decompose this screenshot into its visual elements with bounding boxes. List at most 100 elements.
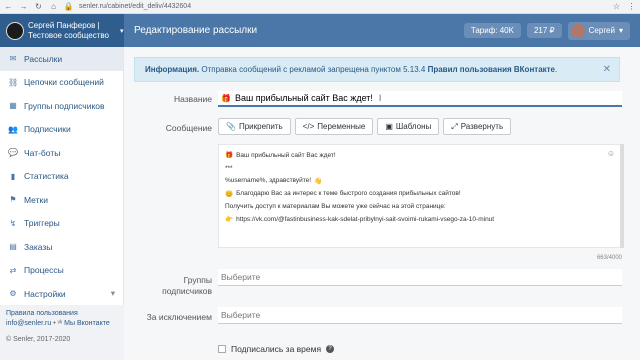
message-line: 😊 Благодарю Вас за интерес к теме быстро…: [225, 187, 615, 200]
rules-link[interactable]: Правила пользования: [6, 309, 118, 319]
reload-icon[interactable]: ↻: [34, 2, 43, 11]
gift-emoji-icon: 🎁: [225, 152, 234, 160]
sidebar-item-subscribers[interactable]: 👥 Подписчики: [0, 118, 123, 142]
alert-rules-link[interactable]: Правил пользования ВКонтакте: [428, 65, 555, 74]
forward-icon[interactable]: →: [19, 2, 28, 11]
paperclip-icon: 📎: [226, 122, 236, 131]
subscribed-checkbox[interactable]: [218, 345, 226, 353]
emoji-icon[interactable]: ☺: [607, 149, 615, 158]
message-line-text: Ваш прибыльный сайт Вас ждет!: [236, 151, 336, 159]
sidebar-item-label: Процессы: [24, 265, 64, 276]
sidebar-item-tags[interactable]: ⚑ Метки: [0, 188, 123, 212]
message-line: ***: [225, 162, 615, 175]
sidebar-item-settings[interactable]: ⚙ Настройки ▾: [0, 282, 123, 306]
editor-scrollbar[interactable]: [620, 144, 624, 248]
vk-link[interactable]: Мы Вконтакте: [64, 320, 110, 327]
sidebar-item-groups[interactable]: ▦ Группы подписчиков: [0, 94, 123, 118]
stats-icon: ▮: [10, 171, 16, 181]
subscribed-filter: Подписались за время ?: [218, 344, 335, 354]
star-icon[interactable]: ☆: [612, 2, 621, 11]
lock-icon: 🔒: [63, 1, 74, 11]
info-alert: Информация. Отправка сообщений с рекламо…: [134, 57, 620, 82]
variables-button[interactable]: </> Переменные: [294, 118, 374, 135]
attach-label: Прикрепить: [238, 122, 283, 131]
groups-icon: ▦: [9, 101, 17, 111]
char-counter: 663/4000: [596, 255, 622, 261]
alert-prefix: Информация.: [145, 65, 200, 74]
gear-icon: ⚙: [9, 289, 17, 299]
exclude-select[interactable]: Выберите: [218, 307, 622, 324]
groups-select[interactable]: Выберите: [218, 269, 622, 286]
smile-emoji-icon: 😊: [225, 190, 234, 198]
exclude-placeholder: Выберите: [221, 310, 261, 320]
process-icon: ⇄: [9, 265, 17, 275]
attach-button[interactable]: 📎 Прикрепить: [218, 118, 291, 135]
account-name: Сергей: [588, 26, 615, 35]
message-line-text: %username%, здравствуйте!: [225, 177, 312, 185]
message-line: 🎁 Ваш прибыльный сайт Вас ждет!: [225, 149, 615, 162]
sidebar-item-label: Группы подписчиков: [24, 100, 105, 111]
message-line: 👉 https://vk.com/@fastinbusiness-kak-sde…: [225, 213, 615, 226]
sidebar-item-orders[interactable]: ▤ Заказы: [0, 235, 123, 259]
close-icon[interactable]: ✕: [603, 64, 611, 75]
message-line-text: ***: [225, 164, 233, 172]
expand-button[interactable]: ⤢ Развернуть: [443, 118, 512, 135]
alert-text: Отправка сообщений с рекламой запрещена …: [199, 65, 428, 74]
email-link[interactable]: info@senler.ru: [6, 320, 51, 327]
menu-dots-icon[interactable]: ⋮: [627, 2, 636, 11]
template-icon: ▣: [385, 122, 393, 131]
sidebar-item-chatbots[interactable]: 💬 Чат-боты: [0, 141, 123, 165]
community-switcher[interactable]: Сергей Панферов | Тестовое сообщество ▾: [0, 14, 124, 47]
point-right-emoji-icon: 👉: [225, 216, 234, 224]
home-icon[interactable]: ⌂: [49, 2, 58, 11]
templates-button[interactable]: ▣ Шаблоны: [377, 118, 440, 135]
sidebar-item-label: Заказы: [24, 241, 53, 252]
wave-emoji-icon: 👋: [314, 177, 323, 185]
page-title: Редактирование рассылки: [134, 25, 258, 36]
expand-icon: ⤢: [451, 121, 458, 131]
message-line-text: https://vk.com/@fastinbusiness-kak-sdela…: [236, 215, 495, 223]
message-label: Сообщение: [165, 123, 212, 133]
tariff-badge[interactable]: Тариф: 40K: [463, 23, 521, 38]
sidebar-item-chains[interactable]: ⛓ Цепочки сообщений: [0, 71, 123, 95]
copyright: © Senler, 2017-2020: [6, 336, 71, 343]
chat-icon: 💬: [8, 148, 18, 158]
sidebar-item-stats[interactable]: ▮ Статистика: [0, 165, 123, 189]
name-label: Название: [174, 94, 212, 104]
templates-label: Шаблоны: [395, 122, 432, 131]
sidebar-item-mailings[interactable]: ✉ Рассылки: [0, 47, 123, 71]
expand-label: Развернуть: [460, 122, 504, 131]
sidebar-item-label: Статистика: [24, 171, 69, 182]
help-icon[interactable]: ?: [326, 345, 335, 353]
tag-icon: ⚑: [9, 195, 17, 205]
account-menu[interactable]: Сергей ▾: [567, 21, 630, 40]
back-icon[interactable]: ←: [4, 2, 13, 11]
balance-badge[interactable]: 217 ₽: [526, 23, 562, 38]
message-line-text: Получить доступ к материалам Вы можете у…: [225, 203, 446, 211]
name-input[interactable]: 🎁 Ваш прибыльный сайт Вас ждет! I: [218, 91, 622, 107]
exclude-label: За исключением: [146, 312, 212, 322]
sidebar-item-processes[interactable]: ⇄ Процессы: [0, 259, 123, 283]
sidebar-item-triggers[interactable]: ↯ Триггеры: [0, 212, 123, 236]
sidebar-item-label: Рассылки: [24, 53, 63, 64]
code-icon: </>: [302, 122, 315, 131]
users-icon: 👥: [8, 124, 18, 134]
address-bar[interactable]: senler.ru/cabinet/edit_deliv/4432604: [79, 3, 191, 10]
message-line-text: Благодарю Вас за интерес к теме быстрого…: [236, 190, 461, 198]
vk-icon: • ᵛᵏ: [53, 320, 65, 327]
message-editor[interactable]: ☺ 🎁 Ваш прибыльный сайт Вас ждет! *** %u…: [218, 144, 622, 248]
main-content: Информация. Отправка сообщений с рекламо…: [124, 47, 640, 360]
message-line: Получить доступ к материалам Вы можете у…: [225, 200, 615, 213]
text-cursor-icon: I: [378, 93, 382, 103]
groups-label: Группы подписчиков: [162, 275, 212, 296]
sidebar-item-label: Подписчики: [24, 124, 71, 135]
sidebar: ✉ Рассылки ⛓ Цепочки сообщений ▦ Группы …: [0, 47, 124, 360]
groups-placeholder: Выберите: [221, 272, 261, 282]
variables-label: Переменные: [317, 122, 366, 131]
chevron-down-icon: ▾: [110, 288, 115, 299]
app-header: Сергей Панферов | Тестовое сообщество ▾ …: [0, 14, 640, 47]
sidebar-item-label: Настройки: [24, 288, 66, 299]
message-toolbar: 📎 Прикрепить </> Переменные ▣ Шаблоны ⤢ …: [218, 118, 512, 135]
gift-emoji-icon: 🎁: [221, 93, 231, 103]
sidebar-item-label: Триггеры: [24, 218, 60, 229]
